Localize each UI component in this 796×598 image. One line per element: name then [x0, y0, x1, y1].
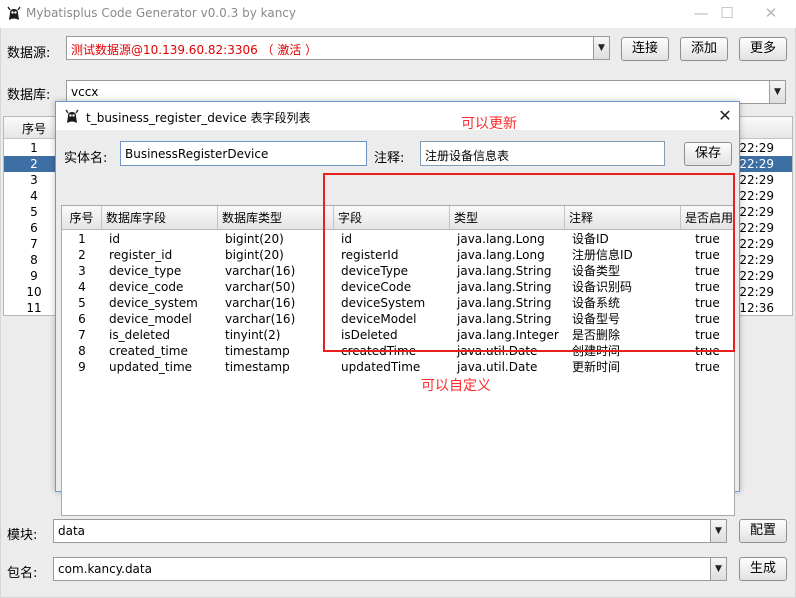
cell-index[interactable]: 1	[62, 231, 102, 247]
cell-index[interactable]: 4	[62, 279, 102, 295]
cell-index[interactable]: 2	[62, 247, 102, 263]
cell-db-column[interactable]: updated_time	[102, 359, 218, 375]
annotation-box	[323, 173, 735, 352]
row-time: 22:29	[739, 189, 774, 203]
row-time: 22:29	[739, 205, 774, 219]
cell-db-type[interactable]: varchar(16)	[218, 295, 334, 311]
package-select[interactable]: com.kancy.data ▼	[53, 557, 727, 581]
main-titlebar[interactable]: Mybatisplus Code Generator v0.0.3 by kan…	[0, 0, 796, 28]
entity-name-label: 实体名:	[64, 151, 108, 166]
annotation-updatable: 可以更新	[461, 116, 517, 132]
cell-comment[interactable]: 更新时间	[565, 359, 681, 375]
cell-db-column[interactable]: device_model	[102, 311, 218, 327]
package-value: com.kancy.data	[58, 562, 152, 576]
save-button[interactable]: 保存	[684, 142, 732, 166]
module-value: data	[58, 524, 86, 538]
maximize-icon[interactable]: ☐	[714, 2, 740, 24]
close-icon[interactable]: ✕	[758, 2, 784, 24]
add-button[interactable]: 添加	[680, 37, 728, 61]
cell-db-column[interactable]: id	[102, 231, 218, 247]
row-time: 12:36	[739, 301, 774, 315]
datasource-label: 数据源:	[7, 46, 51, 61]
cell-db-type[interactable]: varchar(16)	[218, 263, 334, 279]
datasource-value: 测试数据源@10.139.60.82:3306 （ 激活 ）	[71, 43, 318, 57]
row-time: 22:29	[739, 141, 774, 155]
module-select[interactable]: data ▼	[53, 519, 727, 543]
cell-index[interactable]: 3	[62, 263, 102, 279]
cell-db-type[interactable]: timestamp	[218, 343, 334, 359]
minimize-icon[interactable]: —	[688, 2, 714, 24]
dialog-title: t_business_register_device 表字段列表	[86, 111, 311, 125]
cell-db-type[interactable]: bigint(20)	[218, 231, 334, 247]
window-title: Mybatisplus Code Generator v0.0.3 by kan…	[26, 6, 297, 20]
cell-enabled[interactable]: true	[681, 359, 734, 375]
cell-db-type[interactable]: tinyint(2)	[218, 327, 334, 343]
module-label: 模块:	[7, 528, 38, 543]
more-button[interactable]: 更多	[739, 37, 787, 61]
row-time: 22:29	[739, 285, 774, 299]
cell-db-column[interactable]: created_time	[102, 343, 218, 359]
chevron-down-icon[interactable]: ▼	[710, 520, 726, 542]
row-time: 22:29	[739, 237, 774, 251]
mascot-icon	[65, 109, 79, 123]
cell-db-type[interactable]: varchar(16)	[218, 311, 334, 327]
cell-db-column[interactable]: device_system	[102, 295, 218, 311]
config-button[interactable]: 配置	[739, 519, 787, 543]
close-icon[interactable]: ✕	[712, 104, 738, 128]
cell-db-type[interactable]: timestamp	[218, 359, 334, 375]
chevron-down-icon[interactable]: ▼	[769, 81, 785, 103]
cell-db-column[interactable]: device_type	[102, 263, 218, 279]
cell-index[interactable]: 5	[62, 295, 102, 311]
row-time: 22:29	[739, 173, 774, 187]
cell-db-column[interactable]: device_code	[102, 279, 218, 295]
database-value: vccx	[71, 85, 99, 99]
cell-field[interactable]: updatedTime	[334, 359, 450, 375]
comment-label: 注释:	[374, 151, 405, 166]
cell-db-column[interactable]: is_deleted	[102, 327, 218, 343]
chevron-down-icon[interactable]: ▼	[593, 37, 609, 59]
cell-index[interactable]: 8	[62, 343, 102, 359]
package-label: 包名:	[7, 566, 38, 581]
column-header-db-type[interactable]: 数据库类型	[218, 206, 334, 230]
row-time: 22:29	[739, 157, 774, 171]
comment-input[interactable]: 注册设备信息表	[420, 141, 665, 166]
chevron-down-icon[interactable]: ▼	[710, 558, 726, 580]
row-time: 22:29	[739, 221, 774, 235]
connect-button[interactable]: 连接	[621, 37, 669, 61]
annotation-customizable: 可以自定义	[421, 378, 491, 394]
row-time: 22:29	[739, 253, 774, 267]
cell-index[interactable]: 7	[62, 327, 102, 343]
mascot-icon	[7, 6, 21, 20]
comment-value: 注册设备信息表	[425, 149, 510, 163]
generate-button[interactable]: 生成	[739, 557, 787, 581]
datasource-select[interactable]: 测试数据源@10.139.60.82:3306 （ 激活 ） ▼	[66, 36, 610, 60]
cell-java-type[interactable]: java.util.Date	[450, 359, 565, 375]
column-header-index[interactable]: 序号	[62, 206, 102, 230]
cell-index[interactable]: 9	[62, 359, 102, 375]
table-row[interactable]: 9 updated_time timestamp updatedTime java.ut…	[62, 359, 734, 375]
cell-db-column[interactable]: register_id	[102, 247, 218, 263]
entity-name-value: BusinessRegisterDevice	[125, 147, 269, 161]
column-header-db-column[interactable]: 数据库字段	[102, 206, 218, 230]
cell-index[interactable]: 6	[62, 311, 102, 327]
row-time: 22:29	[739, 269, 774, 283]
database-label: 数据库:	[7, 88, 51, 103]
entity-name-input[interactable]: BusinessRegisterDevice	[120, 141, 367, 166]
cell-db-type[interactable]: varchar(50)	[218, 279, 334, 295]
cell-db-type[interactable]: bigint(20)	[218, 247, 334, 263]
